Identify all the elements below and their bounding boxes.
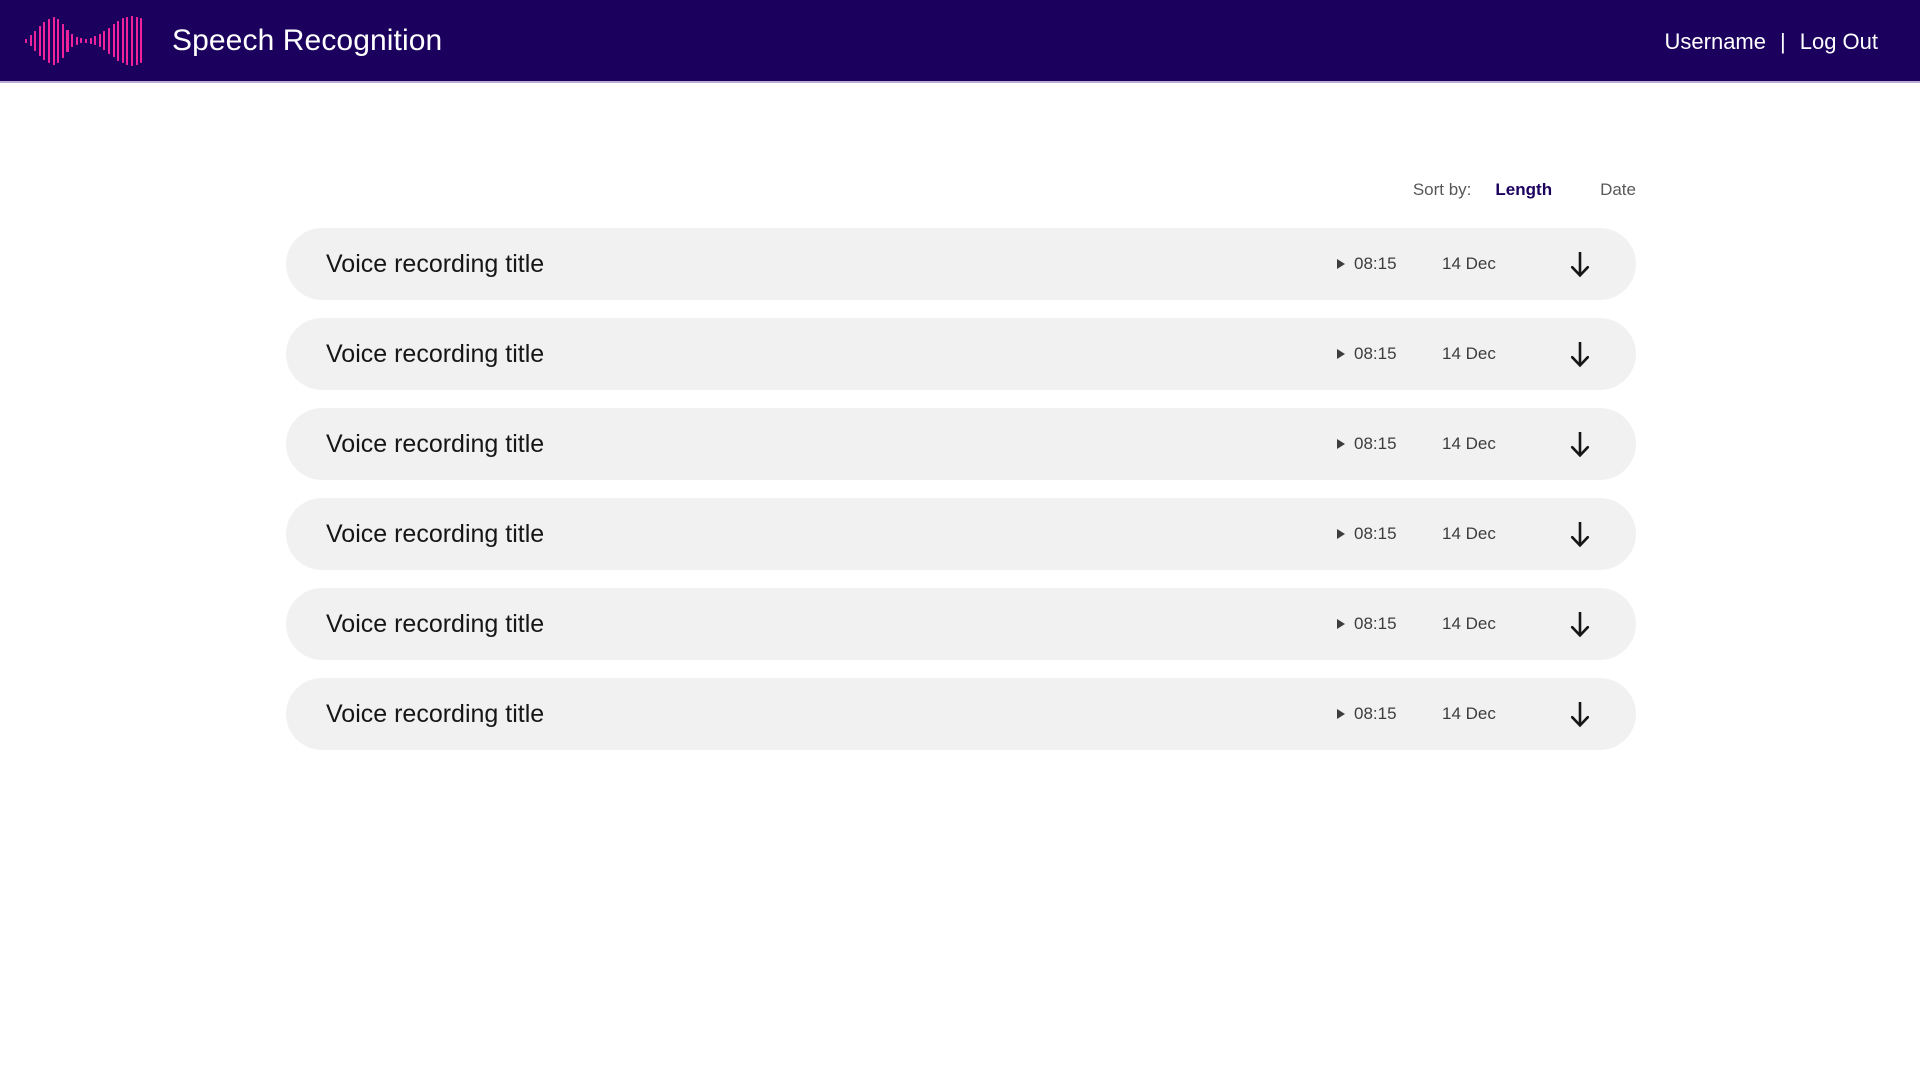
waveform-bar: [80, 38, 83, 43]
sort-by-label: Sort by:: [1412, 180, 1472, 199]
recording-date: 14 Dec: [1442, 614, 1496, 633]
recording-date: 14 Dec: [1442, 344, 1496, 363]
waveform-icon: [25, 13, 145, 69]
play-icon[interactable]: [1337, 709, 1345, 719]
waveform-bar: [43, 21, 46, 60]
recording-duration: 08:15: [1337, 344, 1442, 364]
recording-duration-text: 08:15: [1354, 524, 1397, 543]
recording-row[interactable]: Voice recording title 08:15 14 Dec: [286, 498, 1636, 570]
waveform-bar: [66, 29, 69, 52]
waveform-bar: [75, 36, 78, 45]
app-header: Speech Recognition Username | Log Out: [0, 0, 1920, 83]
recording-meta: 08:15 14 Dec: [1337, 519, 1606, 549]
recording-date: 14 Dec: [1442, 524, 1496, 543]
recording-duration-text: 08:15: [1354, 344, 1397, 363]
waveform-bar: [25, 38, 28, 43]
waveform-bar: [140, 18, 143, 63]
play-icon[interactable]: [1337, 619, 1345, 629]
waveform-bar: [94, 36, 97, 45]
recording-date: 14 Dec: [1442, 704, 1496, 723]
waveform-bar: [84, 38, 87, 43]
waveform-bar: [98, 34, 101, 47]
recording-duration: 08:15: [1337, 434, 1442, 454]
download-arrow-icon[interactable]: [1554, 519, 1606, 549]
recording-title: Voice recording title: [326, 519, 545, 548]
waveform-bar: [61, 23, 64, 58]
waveform-bar: [29, 35, 32, 46]
recording-duration: 08:15: [1337, 614, 1442, 634]
recording-duration: 08:15: [1337, 524, 1442, 544]
waveform-bar: [121, 18, 124, 63]
play-icon[interactable]: [1337, 439, 1345, 449]
recording-row[interactable]: Voice recording title 08:15 14 Dec: [286, 318, 1636, 390]
recording-row[interactable]: Voice recording title 08:15 14 Dec: [286, 678, 1636, 750]
download-arrow-icon[interactable]: [1554, 699, 1606, 729]
waveform-bar: [107, 27, 110, 54]
recording-date: 14 Dec: [1442, 434, 1496, 453]
recording-row[interactable]: Voice recording title 08:15 14 Dec: [286, 588, 1636, 660]
brand: Speech Recognition: [25, 13, 442, 69]
play-icon[interactable]: [1337, 529, 1345, 539]
username-link[interactable]: Username: [1665, 29, 1766, 55]
header-separator: |: [1780, 28, 1786, 54]
waveform-bar: [131, 15, 134, 66]
recording-title: Voice recording title: [326, 609, 545, 638]
recording-meta: 08:15 14 Dec: [1337, 699, 1606, 729]
recording-date: 14 Dec: [1442, 254, 1496, 273]
recording-title: Voice recording title: [326, 249, 545, 278]
waveform-bar: [52, 16, 55, 65]
sort-bar: Sort by: Length Date: [0, 180, 1636, 200]
recording-duration-text: 08:15: [1354, 254, 1397, 273]
recording-meta: 08:15 14 Dec: [1337, 249, 1606, 279]
recording-meta: 08:15 14 Dec: [1337, 429, 1606, 459]
recording-title: Voice recording title: [326, 699, 545, 728]
recording-duration: 08:15: [1337, 254, 1442, 274]
recording-duration-text: 08:15: [1354, 704, 1397, 723]
play-icon[interactable]: [1337, 259, 1345, 269]
sort-option-date[interactable]: Date: [1600, 180, 1636, 200]
recording-meta: 08:15 14 Dec: [1337, 339, 1606, 369]
waveform-bar: [34, 30, 37, 51]
recording-title: Voice recording title: [326, 339, 545, 368]
header-user-area: Username | Log Out: [1665, 0, 1878, 83]
recording-meta: 08:15 14 Dec: [1337, 609, 1606, 639]
recording-duration-text: 08:15: [1354, 434, 1397, 453]
waveform-bar: [71, 34, 74, 47]
waveform-bar: [117, 20, 120, 61]
download-arrow-icon[interactable]: [1554, 339, 1606, 369]
waveform-bar: [38, 25, 41, 56]
app-title: Speech Recognition: [172, 23, 443, 57]
recording-row[interactable]: Voice recording title 08:15 14 Dec: [286, 228, 1636, 300]
recording-list: Voice recording title 08:15 14 Dec Voice re…: [286, 228, 1636, 768]
waveform-bar: [48, 18, 51, 63]
logout-link[interactable]: Log Out: [1800, 29, 1878, 55]
download-arrow-icon[interactable]: [1554, 609, 1606, 639]
recording-row[interactable]: Voice recording title 08:15 14 Dec: [286, 408, 1636, 480]
waveform-bar: [135, 16, 138, 65]
recording-title: Voice recording title: [326, 429, 545, 458]
waveform-bar: [103, 31, 106, 50]
waveform-bar: [112, 24, 115, 57]
waveform-bar: [126, 16, 129, 65]
download-arrow-icon[interactable]: [1554, 429, 1606, 459]
play-icon[interactable]: [1337, 349, 1345, 359]
waveform-bar: [57, 18, 60, 63]
sort-option-length[interactable]: Length: [1495, 180, 1552, 200]
download-arrow-icon[interactable]: [1554, 249, 1606, 279]
recording-duration-text: 08:15: [1354, 614, 1397, 633]
recording-duration: 08:15: [1337, 704, 1442, 724]
waveform-bar: [89, 37, 92, 44]
